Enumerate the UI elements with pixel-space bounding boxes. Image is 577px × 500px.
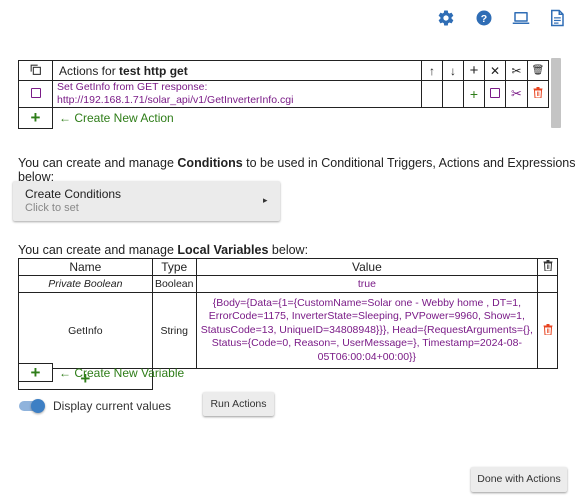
create-conditions-button[interactable]: Create Conditions Click to set ▸: [13, 181, 280, 221]
empty-cell: [537, 275, 558, 293]
variables-intro-bold: Local Variables: [177, 243, 269, 257]
copy-icon[interactable]: [18, 60, 53, 81]
actions-title-name: test http get: [119, 63, 188, 78]
toggle-label: Display current values: [53, 399, 172, 413]
toggle-knob[interactable]: [31, 399, 45, 413]
gear-icon[interactable]: [437, 9, 455, 27]
row-trash-icon[interactable]: [527, 80, 549, 108]
row-trash-icon[interactable]: [537, 292, 558, 369]
create-action-link[interactable]: ← Create New Action: [53, 108, 549, 129]
add-action-button[interactable]: +: [18, 107, 53, 129]
actions-title: Actions for test http get: [52, 60, 422, 81]
help-icon[interactable]: ?: [475, 9, 493, 27]
variable-type: String: [151, 292, 197, 369]
conditions-intro-bold: Conditions: [177, 156, 243, 170]
plus-icon: +: [30, 363, 41, 382]
scrollbar[interactable]: [551, 58, 561, 128]
conditions-intro-before: You can create and manage: [18, 156, 174, 170]
trash-icon[interactable]: 🗑: [527, 60, 549, 81]
cut-icon[interactable]: ✂: [505, 60, 528, 81]
value-line: Status={Code=0, Reason=, UserMessage=}, …: [211, 337, 522, 350]
create-variable-label: ← Create New Variable: [59, 366, 185, 380]
table-row[interactable]: Private Boolean Boolean true: [18, 275, 558, 293]
variables-intro-before: You can create and manage: [18, 243, 174, 257]
value-line: {Body={Data={1={CustomName=Solar one - W…: [212, 296, 521, 309]
svg-text:?: ?: [481, 13, 487, 25]
variable-name: Private Boolean: [18, 275, 153, 293]
variable-value[interactable]: {Body={Data={1={CustomName=Solar one - W…: [195, 292, 539, 369]
delete-x-icon[interactable]: ✕: [484, 60, 506, 81]
done-with-actions-button[interactable]: Done with Actions: [471, 467, 567, 492]
table-row[interactable]: GetInfo String {Body={Data={1={CustomNam…: [18, 292, 558, 369]
row-cut-icon[interactable]: ✂: [505, 80, 528, 108]
conditions-intro: You can create and manage Conditions to …: [18, 156, 577, 184]
column-header-value: Value: [195, 258, 539, 276]
move-down-icon[interactable]: ↓: [442, 60, 464, 81]
empty-cell: [152, 369, 557, 390]
action-row[interactable]: Set GetInfo from GET response: http://19…: [18, 80, 549, 108]
actions-title-prefix: Actions for: [59, 63, 116, 78]
row-add-icon[interactable]: +: [463, 80, 485, 108]
move-up-icon[interactable]: ↑: [421, 60, 443, 81]
value-line: ErrorCode=1175, InverterState=Sleeping, …: [208, 310, 525, 323]
add-icon[interactable]: +: [463, 60, 485, 81]
run-actions-button[interactable]: Run Actions: [203, 392, 274, 416]
document-icon[interactable]: [548, 9, 566, 27]
actions-table: Actions for test http get ↑ ↓ + ✕ ✂ 🗑 Se…: [18, 60, 549, 129]
action-description[interactable]: Set GetInfo from GET response: http://19…: [52, 80, 422, 108]
variables-intro: You can create and manage Local Variable…: [18, 243, 308, 257]
add-variable-button[interactable]: +: [18, 363, 53, 382]
create-conditions-subtitle: Click to set: [25, 202, 79, 214]
variable-name: GetInfo: [18, 292, 153, 369]
chevron-right-icon: ▸: [263, 195, 268, 205]
create-variable-link[interactable]: ← Create New Variable: [59, 366, 184, 380]
action-line-2: http://192.168.1.71/solar_api/v1/GetInve…: [57, 94, 294, 106]
row-checkbox-icon[interactable]: [484, 80, 506, 108]
create-action-label: ← Create New Action: [59, 111, 174, 126]
variable-value[interactable]: true: [195, 275, 539, 293]
variable-type: Boolean: [151, 275, 197, 293]
trash-icon[interactable]: [537, 258, 558, 276]
empty-cell: [442, 80, 464, 108]
empty-cell: [421, 80, 443, 108]
value-line: 05T06:00:04+00:00}}: [317, 350, 417, 363]
value-line: StatusCode=13, UniqueID=34808948}}}, Hea…: [200, 323, 533, 336]
laptop-icon[interactable]: [512, 9, 530, 27]
column-header-type: Type: [151, 258, 197, 276]
checkbox-icon[interactable]: [18, 80, 53, 108]
create-conditions-title: Create Conditions: [25, 187, 122, 201]
column-header-name: Name: [18, 258, 153, 276]
action-line-1: Set GetInfo from GET response:: [57, 81, 208, 93]
variables-intro-after: below:: [271, 243, 309, 257]
